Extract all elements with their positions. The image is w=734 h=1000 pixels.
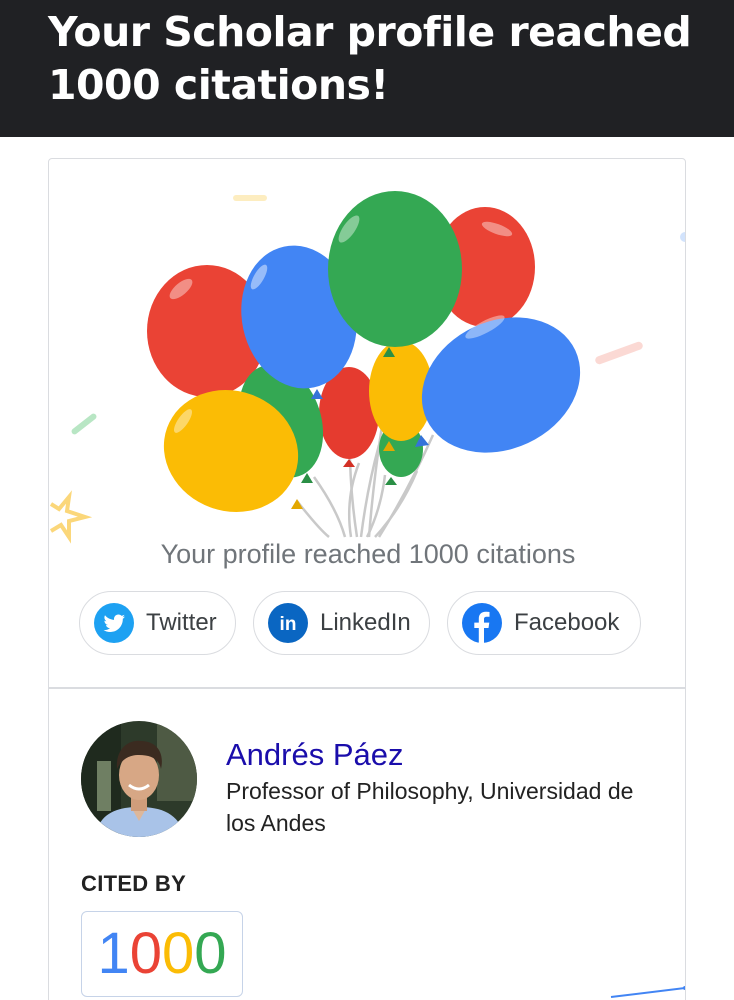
cited-by-heading: CITED BY [81, 871, 187, 896]
citation-trend-line [610, 986, 685, 998]
balloons-illustration [49, 191, 685, 544]
share-facebook-label: Facebook [514, 609, 620, 636]
milestone-message: Your profile reached 1000 citations [160, 539, 576, 569]
celebration-area: Your profile reached 1000 citations Twit… [49, 159, 685, 687]
citation-digit: 0 [194, 921, 227, 986]
headline-title: Your Scholar profile reached 1000 citati… [48, 8, 692, 109]
card-divider [49, 687, 685, 689]
svg-text:in: in [280, 614, 297, 635]
share-twitter-button[interactable]: Twitter [79, 591, 236, 655]
linkedin-icon: in [268, 603, 308, 643]
author-name-link[interactable]: Andrés Páez [226, 737, 404, 773]
citation-digit: 1 [97, 921, 130, 986]
header-bar: Your Scholar profile reached 1000 citati… [0, 0, 734, 137]
facebook-icon [462, 603, 502, 643]
share-facebook-button[interactable]: Facebook [447, 591, 641, 655]
author-affiliation: Professor of Philosophy, Universidad de … [226, 778, 634, 836]
citation-digit: 0 [129, 921, 162, 986]
citation-digit: 0 [162, 921, 195, 986]
citation-count[interactable]: 1000 [81, 911, 243, 997]
green-balloon [328, 191, 462, 347]
avatar[interactable] [81, 721, 197, 837]
milestone-card: Your profile reached 1000 citations Twit… [48, 158, 686, 1000]
share-linkedin-button[interactable]: in LinkedIn [253, 591, 430, 655]
share-linkedin-label: LinkedIn [320, 609, 411, 636]
share-twitter-label: Twitter [146, 609, 217, 636]
avatar-photo [81, 721, 197, 837]
twitter-icon [94, 603, 134, 643]
